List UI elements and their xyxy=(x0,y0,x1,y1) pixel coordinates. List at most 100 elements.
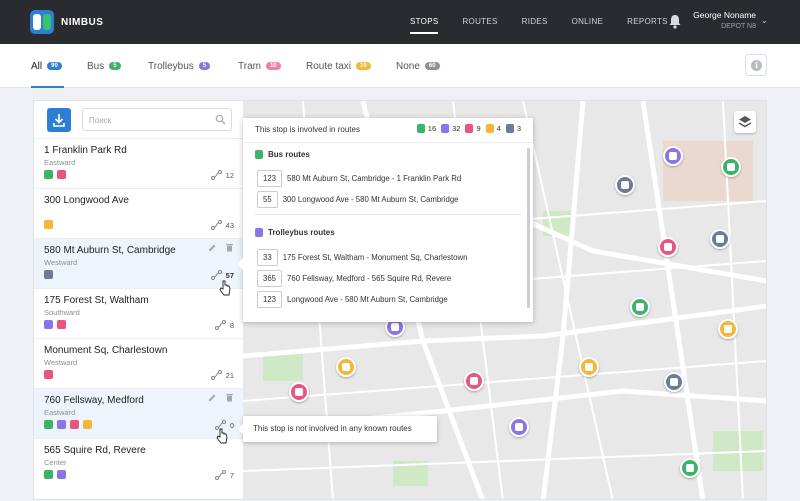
list-item[interactable]: 175 Forest St, Waltham Southward 8 xyxy=(34,288,243,338)
trolleybus-count: 32 xyxy=(452,124,461,133)
taxi-stop-marker[interactable] xyxy=(718,319,738,339)
filter-all-count: 90 xyxy=(47,62,62,70)
filter-trolleybus-label: Trolleybus xyxy=(148,60,194,72)
nav-online[interactable]: ONLINE xyxy=(572,0,604,44)
chevron-down-icon[interactable]: ⌄ xyxy=(761,16,768,25)
tram-icon xyxy=(465,124,474,133)
tram-icon xyxy=(57,170,66,179)
user-name: George Noname xyxy=(693,10,756,20)
stop-direction: Westward xyxy=(44,358,78,367)
filter-trolleybus[interactable]: Trolleybus 5 xyxy=(148,44,211,88)
bell-icon[interactable] xyxy=(668,14,682,29)
filter-none[interactable]: None 60 xyxy=(396,44,440,88)
trolleybus-stop-marker[interactable] xyxy=(509,417,529,437)
nav-routes[interactable]: ROUTES xyxy=(462,0,497,44)
route-count: 8 xyxy=(214,320,234,330)
route-count-value: 21 xyxy=(225,370,234,380)
route-count: 12 xyxy=(210,170,234,180)
filter-bus[interactable]: Bus 5 xyxy=(87,44,121,88)
stop-marker[interactable] xyxy=(615,175,635,195)
tooltip-text: This stop is not involved in any known r… xyxy=(253,424,412,433)
route-number: 123 xyxy=(257,170,283,187)
user-depot: DEPOT N8 xyxy=(721,23,756,30)
bus-icon xyxy=(255,150,263,159)
taxi-count: 4 xyxy=(496,124,501,133)
stop-name: 175 Forest St, Waltham xyxy=(44,295,149,306)
stop-name: 565 Squire Rd, Revere xyxy=(44,445,146,456)
search-input[interactable]: Поиск xyxy=(82,108,232,131)
route-row[interactable]: 55 300 Longwood Ave - 580 Mt Auburn St, … xyxy=(257,191,459,208)
bus-count: 16 xyxy=(427,124,437,133)
list-item[interactable]: 580 Mt Auburn St, Cambridge Westward 57 xyxy=(34,238,243,288)
none-icon xyxy=(505,124,514,133)
route-icon xyxy=(214,470,226,480)
route-row[interactable]: 365 760 Fellsway, Medford - 565 Squire R… xyxy=(257,270,451,287)
stop-name: 1 Franklin Park Rd xyxy=(44,145,127,156)
list-item[interactable]: 300 Longwood Ave 43 xyxy=(34,188,243,238)
bus-stop-marker[interactable] xyxy=(630,297,650,317)
nav-stops[interactable]: STOPS xyxy=(410,0,439,44)
route-icon xyxy=(214,320,226,330)
popup-scrollbar[interactable] xyxy=(527,148,530,308)
tram-stop-marker[interactable] xyxy=(464,371,484,391)
stop-marker[interactable] xyxy=(664,372,684,392)
route-count[interactable]: 57 xyxy=(210,270,234,280)
route-count-value: 0 xyxy=(229,420,234,430)
route-icon xyxy=(210,170,222,180)
list-item[interactable]: 565 Squire Rd, Revere Center 7 xyxy=(34,438,243,488)
nav-reports[interactable]: REPORTS xyxy=(627,0,668,44)
filter-bus-label: Bus xyxy=(87,60,105,72)
list-item[interactable]: 760 Fellsway, Medford Eastward 0 xyxy=(34,388,243,438)
taxi-stop-marker[interactable] xyxy=(336,357,356,377)
search-placeholder: Поиск xyxy=(89,116,112,125)
info-button[interactable]: i xyxy=(745,54,767,76)
taxi-stop-marker[interactable] xyxy=(579,357,599,377)
filter-tram[interactable]: Tram 10 xyxy=(238,44,281,88)
bus-stop-marker[interactable] xyxy=(680,458,700,478)
stop-direction: Westward xyxy=(44,258,78,267)
filter-trolleybus-count: 5 xyxy=(198,62,211,70)
top-bar: NIMBUS STOPS ROUTES RIDES ONLINE REPORTS… xyxy=(0,0,800,44)
tram-stop-marker[interactable] xyxy=(658,237,678,257)
route-name: 580 Mt Auburn St, Cambridge - 1 Franklin… xyxy=(287,174,462,183)
user-menu[interactable]: George Noname DEPOT N8 xyxy=(690,10,756,30)
route-icon xyxy=(210,220,222,230)
trolleybus-stop-marker[interactable] xyxy=(663,146,683,166)
filter-all-label: All xyxy=(31,60,43,72)
bus-icon xyxy=(44,470,53,479)
route-row[interactable]: 123 Longwood Ave - 580 Mt Auburn St, Cam… xyxy=(257,291,448,308)
tram-icon xyxy=(57,320,66,329)
route-count: 21 xyxy=(210,370,234,380)
route-count: 7 xyxy=(214,470,234,480)
delete-icon[interactable] xyxy=(225,393,234,402)
route-row[interactable]: 33 175 Forest St, Waltham - Monument Sq,… xyxy=(257,249,467,266)
none-icon xyxy=(44,270,53,279)
bus-routes-title: Bus routes xyxy=(268,150,310,159)
edit-icon[interactable] xyxy=(208,393,217,402)
filter-all[interactable]: All 90 xyxy=(31,44,64,88)
stop-marker[interactable] xyxy=(710,229,730,249)
route-count-value: 7 xyxy=(229,470,234,480)
list-item[interactable]: Monument Sq, Charlestown Westward 21 xyxy=(34,338,243,388)
filter-none-count: 60 xyxy=(424,62,440,70)
route-row[interactable]: 123 580 Mt Auburn St, Cambridge - 1 Fran… xyxy=(257,170,461,187)
filter-route-taxi[interactable]: Route taxi 10 xyxy=(306,44,371,88)
bus-routes-heading: Bus routes xyxy=(255,150,310,159)
trolleybus-routes-heading: Trolleybus routes xyxy=(255,228,335,237)
edit-icon[interactable] xyxy=(208,243,217,252)
filter-bar: All 90 Bus 5 Trolleybus 5 Tram 10 Route … xyxy=(0,44,800,88)
stop-direction: Eastward xyxy=(44,408,76,417)
filter-route-taxi-count: 10 xyxy=(356,62,371,70)
app-logo[interactable]: NIMBUS xyxy=(30,10,103,34)
bus-stop-marker[interactable] xyxy=(721,157,741,177)
layers-button[interactable] xyxy=(734,111,756,133)
bus-icon xyxy=(416,124,425,133)
route-number: 365 xyxy=(257,270,283,287)
tram-stop-marker[interactable] xyxy=(289,382,309,402)
filter-tram-count: 10 xyxy=(265,62,281,70)
delete-icon[interactable] xyxy=(225,243,234,252)
nav-rides[interactable]: RIDES xyxy=(522,0,548,44)
app-name: NIMBUS xyxy=(61,16,104,28)
download-button[interactable] xyxy=(47,108,71,132)
list-item[interactable]: 1 Franklin Park Rd Eastward 12 xyxy=(34,138,243,188)
